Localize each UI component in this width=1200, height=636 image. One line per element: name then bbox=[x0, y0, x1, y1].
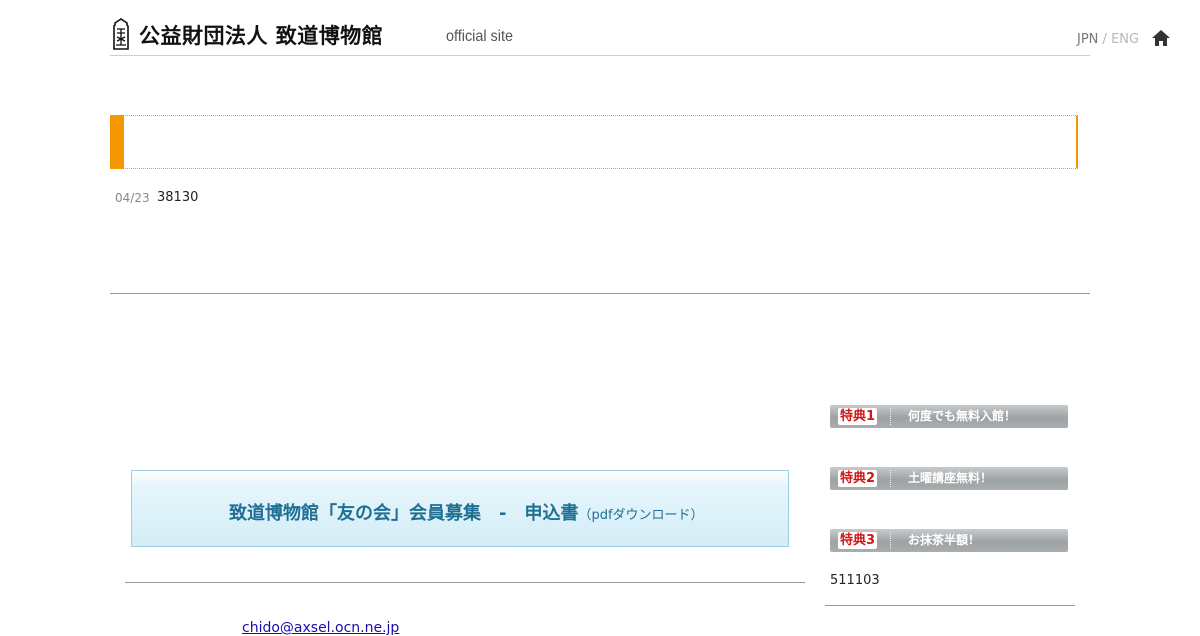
benefit-divider bbox=[890, 470, 891, 487]
site-title[interactable]: 公益財団法人 致道博物館 bbox=[139, 20, 383, 50]
banner-title: 致道博物館「友の会」会員募集 - 申込書 bbox=[229, 503, 579, 524]
sidebar-divider bbox=[825, 605, 1075, 606]
header-divider bbox=[110, 55, 1090, 56]
museum-crest-icon bbox=[113, 18, 129, 50]
site-subtitle: official site bbox=[446, 28, 513, 45]
lang-eng-link[interactable]: ENG bbox=[1111, 32, 1139, 47]
benefit-divider bbox=[890, 408, 891, 425]
benefit-badge: 特典2 bbox=[838, 470, 878, 487]
lang-separator: / bbox=[1098, 32, 1112, 47]
home-icon[interactable] bbox=[1151, 29, 1171, 47]
benefit-button-3[interactable]: 特典3 お抹茶半額！ bbox=[830, 529, 1068, 552]
benefit-divider bbox=[890, 532, 891, 549]
banner-text: 致道博物館「友の会」会員募集 - 申込書（pdfダウンロード） bbox=[229, 499, 704, 525]
news-heading-box bbox=[110, 115, 1078, 169]
content-divider bbox=[125, 582, 805, 583]
benefit-button-2[interactable]: 特典2 土曜講座無料！ bbox=[830, 467, 1068, 490]
benefit-badge: 特典1 bbox=[838, 408, 878, 425]
benefit-badge: 特典3 bbox=[838, 532, 878, 549]
language-switcher: JPN / ENG bbox=[1077, 32, 1139, 47]
contact-email-link[interactable]: chido@axsel.ocn.ne.jp bbox=[242, 620, 399, 636]
benefit-label: 何度でも無料入館！ bbox=[908, 409, 1017, 423]
membership-application-banner[interactable]: 致道博物館「友の会」会員募集 - 申込書（pdfダウンロード） bbox=[131, 470, 789, 547]
news-item-text[interactable]: 38130 bbox=[157, 190, 198, 205]
news-accent-bar bbox=[110, 115, 124, 169]
lang-jpn-link[interactable]: JPN bbox=[1077, 32, 1098, 47]
benefit-label: お抹茶半額！ bbox=[908, 533, 981, 547]
news-date: 04/23 bbox=[115, 191, 150, 205]
benefit-label: 土曜講座無料！ bbox=[908, 471, 993, 485]
benefit-button-1[interactable]: 特典1 何度でも無料入館！ bbox=[830, 405, 1068, 428]
banner-note: （pdfダウンロード） bbox=[578, 508, 704, 523]
section-divider bbox=[110, 293, 1090, 294]
sidebar-counter: 511103 bbox=[830, 573, 880, 588]
